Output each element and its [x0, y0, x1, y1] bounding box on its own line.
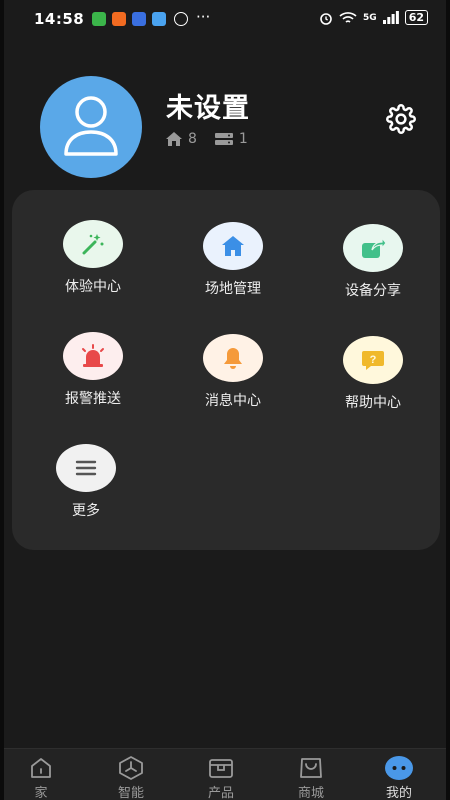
avatar[interactable] [40, 76, 142, 178]
status-bar: 14:58 ··· 5G 62 [4, 6, 446, 32]
function-grid-card: 体验中心 场地管理 设备分享 报警推送 消息中心 ? 帮助中心 更多 [12, 190, 440, 550]
mine-tab-icon [385, 756, 413, 780]
home-count-value: 8 [188, 131, 197, 147]
user-name[interactable]: 未设置 [166, 86, 250, 125]
alarm-light-icon [82, 344, 104, 367]
menu-item-site-management[interactable]: 场地管理 [178, 222, 288, 298]
shop-notification-icon [132, 12, 146, 26]
menu-item-label: 消息中心 [205, 393, 261, 409]
menu-lines-icon [75, 460, 97, 476]
taobao-notification-icon [112, 12, 126, 26]
home-count: 8 [166, 131, 197, 147]
menu-item-alarm-push[interactable]: 报警推送 [38, 332, 148, 408]
device-count: 1 [214, 131, 248, 147]
tab-label: 我的 [385, 786, 412, 800]
app-notification-icon [152, 12, 166, 26]
tab-mall[interactable]: 商城 [276, 755, 346, 800]
experience-icon-bg [63, 220, 123, 268]
help-icon-bg: ? [343, 336, 403, 384]
app-screen: 14:58 ··· 5G 62 未设置 8 1 体验中心 场地管理 设备分享 报… [4, 0, 446, 800]
alarm-icon-bg [63, 332, 123, 380]
menu-item-help-center[interactable]: ? 帮助中心 [318, 336, 428, 412]
system-indicators: 5G 62 [319, 10, 428, 25]
more-notifications-icon: ··· [196, 8, 211, 26]
menu-item-label: 场地管理 [205, 281, 261, 297]
magic-wand-icon [82, 234, 104, 255]
share-icon-bg [343, 224, 403, 272]
home-icon [222, 236, 244, 256]
home-tab-icon [31, 758, 51, 778]
tab-label: 商城 [297, 786, 324, 800]
menu-item-label: 体验中心 [65, 279, 121, 295]
message-icon-bg [203, 334, 263, 382]
house-icon [166, 132, 182, 146]
profile-stats: 8 1 [166, 131, 266, 147]
menu-item-more[interactable]: 更多 [31, 444, 141, 520]
mall-tab-icon [300, 758, 322, 778]
wifi-icon [339, 11, 357, 23]
tab-label: 智能 [117, 786, 144, 800]
device-count-value: 1 [238, 131, 248, 147]
menu-item-label: 帮助中心 [345, 395, 401, 411]
help-icon: ? [362, 351, 384, 370]
smart-tab-icon [119, 756, 143, 780]
tab-label: 产品 [207, 786, 234, 800]
network-type: 5G [363, 12, 377, 23]
bell-icon [224, 348, 242, 369]
menu-item-device-share[interactable]: 设备分享 [318, 224, 428, 300]
device-icon [214, 133, 233, 145]
tab-home[interactable]: 家 [6, 755, 76, 800]
menu-item-label: 报警推送 [65, 391, 121, 407]
status-time: 14:58 [34, 10, 85, 28]
share-icon [362, 236, 386, 258]
wechat-notification-icon [92, 12, 106, 26]
eye-notification-icon [174, 12, 188, 26]
tab-products[interactable]: 产品 [186, 755, 256, 800]
alarm-icon [320, 12, 332, 25]
bottom-tab-bar: 家 智能 产品 商城 我的 [4, 748, 446, 800]
site-icon-bg [203, 222, 263, 270]
tab-smart[interactable]: 智能 [96, 755, 166, 800]
svg-text:?: ? [370, 354, 377, 366]
product-tab-icon [209, 759, 233, 778]
battery-indicator: 62 [404, 10, 428, 25]
tab-label: 家 [34, 786, 48, 800]
menu-item-label: 设备分享 [345, 283, 401, 299]
menu-item-label: 更多 [72, 503, 100, 519]
more-icon-bg [56, 444, 116, 492]
menu-item-message-center[interactable]: 消息中心 [178, 334, 288, 410]
signal-icon [382, 11, 399, 24]
menu-item-experience-center[interactable]: 体验中心 [38, 220, 148, 296]
user-icon [64, 96, 118, 156]
tab-mine[interactable]: 我的 [364, 755, 434, 800]
settings-gear-icon[interactable] [386, 104, 416, 134]
